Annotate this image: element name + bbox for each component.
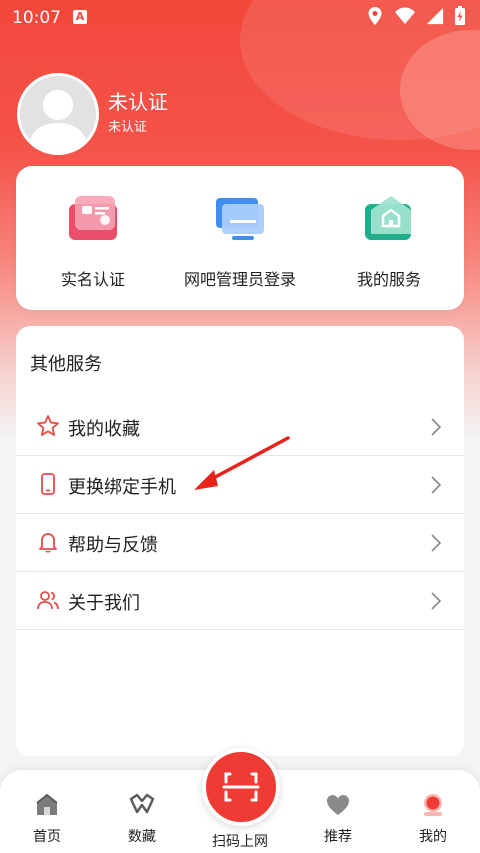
user-status: 未认证 [108,120,148,135]
location-icon [368,7,382,25]
scan-label: 扫码上网 [212,834,268,850]
service-item-label: 关于我们 [68,593,140,614]
user-name: 未认证 [108,90,168,114]
scan-button[interactable] [202,748,280,826]
quick-action-label: 我的服务 [356,270,421,289]
nav-item-recommend[interactable]: 推荐 [306,792,370,846]
quick-action-real-name[interactable]: 实名认证 [18,190,168,290]
other-services-card: 其他服务 我的收藏 更换绑定手机 帮助与反馈 关于我们 [16,326,464,756]
service-item-help-feedback[interactable]: 帮助与反馈 [16,514,464,572]
chevron-right-icon [431,476,442,494]
quick-actions-card: 实名认证 网吧管理员登录 我的服务 [16,166,464,310]
chevron-right-icon [431,592,442,610]
status-bar: 10:07 A [0,0,480,34]
nav-item-label: 首页 [33,829,61,845]
nav-item-label: 我的 [419,829,447,845]
wifi-icon [395,7,415,24]
nav-item-label: 数藏 [128,829,156,845]
avatar-placeholder-icon [28,90,88,152]
heart-icon [327,795,349,815]
nav-item-mine[interactable]: 我的 [401,792,465,846]
users-icon [37,591,59,610]
chevron-right-icon [431,418,442,436]
status-time: 10:07 [12,8,61,28]
star-icon [37,415,59,436]
id-card-icon [69,196,117,240]
quick-action-my-service[interactable]: 我的服务 [314,190,464,290]
service-item-label: 更换绑定手机 [68,477,176,498]
nav-item-label: 推荐 [324,829,352,845]
notification-icon: A [73,10,87,24]
signal-icon [426,7,444,25]
profile-icon [424,794,442,816]
home-service-icon [365,196,411,240]
nav-item-collection[interactable]: 数藏 [110,792,174,846]
service-item-label: 帮助与反馈 [68,535,158,556]
bell-icon [39,533,57,553]
annotation-arrow-icon [194,436,290,490]
avatar[interactable] [17,73,99,155]
chevron-right-icon [431,534,442,552]
scan-icon [222,772,260,802]
nav-item-home[interactable]: 首页 [15,792,79,846]
battery-icon [455,6,465,25]
section-title: 其他服务 [30,354,102,375]
collection-icon [129,793,155,814]
phone-icon [41,473,55,495]
quick-action-admin-login[interactable]: 网吧管理员登录 [165,190,315,290]
home-icon [36,793,58,815]
quick-action-label: 实名认证 [60,270,125,289]
service-item-label: 我的收藏 [68,419,140,440]
status-icons [366,6,466,26]
monitor-icon [216,198,264,240]
quick-action-label: 网吧管理员登录 [183,270,296,289]
service-item-about-us[interactable]: 关于我们 [16,572,464,630]
